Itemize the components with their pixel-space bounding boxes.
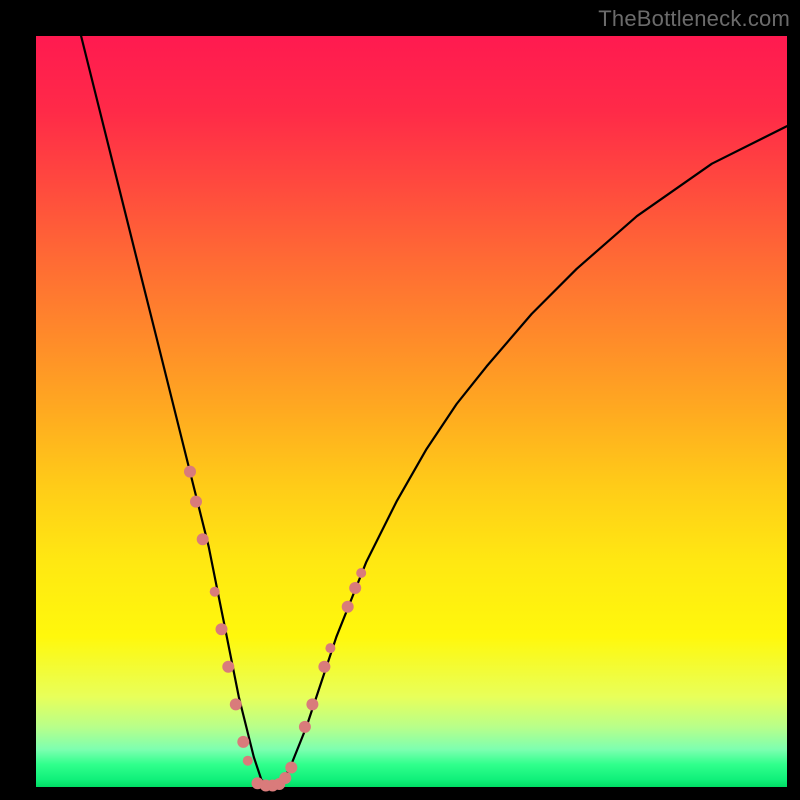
- highlight-dot: [210, 587, 220, 597]
- plot-area: [36, 36, 787, 787]
- highlight-dot: [237, 736, 249, 748]
- highlight-dot: [285, 762, 297, 774]
- highlight-dot: [306, 698, 318, 710]
- bottleneck-curve: [81, 36, 787, 787]
- highlight-dot: [190, 496, 202, 508]
- highlight-dot: [222, 661, 234, 673]
- highlight-dot: [325, 643, 335, 653]
- highlight-dot: [342, 601, 354, 613]
- highlight-dot: [356, 568, 366, 578]
- watermark-text: TheBottleneck.com: [598, 6, 790, 32]
- curve-svg: [36, 36, 787, 787]
- highlight-dot: [318, 661, 330, 673]
- highlight-dot: [230, 698, 242, 710]
- highlight-dot: [243, 756, 253, 766]
- highlight-dot: [299, 721, 311, 733]
- highlight-dot: [279, 772, 291, 784]
- chart-frame: TheBottleneck.com: [0, 0, 800, 800]
- highlight-dot: [216, 623, 228, 635]
- highlight-dot: [197, 533, 209, 545]
- highlight-dot: [349, 582, 361, 594]
- highlight-dot: [184, 466, 196, 478]
